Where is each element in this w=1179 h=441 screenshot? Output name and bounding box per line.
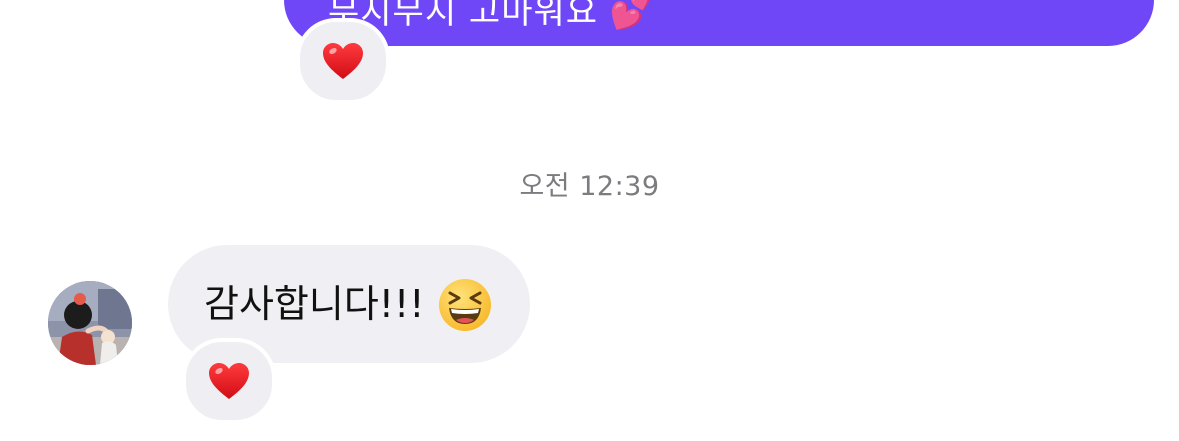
avatar[interactable] xyxy=(48,281,132,365)
heart-icon xyxy=(323,43,363,79)
message-timestamp: 오전 12:39 xyxy=(519,171,660,202)
chat-thread: 무지무지 고마워요 💕 오전 12:39 감사합니다!!! xyxy=(0,0,1179,441)
outgoing-message-bubble[interactable]: 무지무지 고마워요 💕 xyxy=(284,0,1154,46)
grinning-squinting-face-icon xyxy=(439,279,491,331)
incoming-reaction-badge[interactable] xyxy=(182,338,276,424)
avatar-image xyxy=(48,281,132,365)
outgoing-reaction-badge[interactable] xyxy=(296,18,390,104)
heart-icon xyxy=(209,363,249,399)
